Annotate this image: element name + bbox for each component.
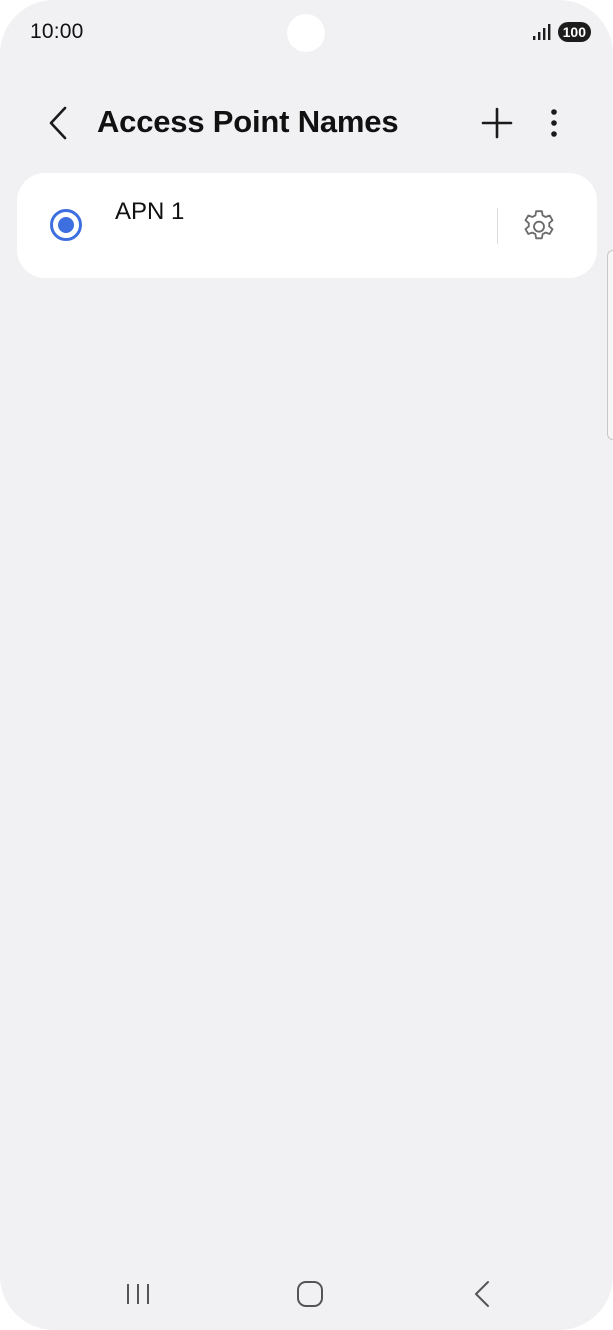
page-title: Access Point Names — [97, 104, 399, 139]
more-vertical-icon — [551, 109, 557, 137]
more-options-button[interactable] — [538, 102, 570, 144]
gear-icon — [524, 210, 554, 240]
status-icons: 100 — [532, 22, 591, 42]
navigation-bar — [0, 1250, 613, 1330]
recents-icon — [127, 1284, 149, 1304]
nav-back-button[interactable] — [457, 1272, 507, 1316]
phone-screen: 10:00 100 Access Point Names APN 1 — [0, 0, 613, 1330]
apn-list-card: APN 1 — [17, 173, 597, 278]
recents-button[interactable] — [113, 1272, 163, 1316]
home-icon — [297, 1281, 323, 1307]
apn-radio-button[interactable] — [50, 209, 82, 241]
home-button[interactable] — [285, 1272, 335, 1316]
chevron-left-icon — [49, 106, 67, 140]
back-button[interactable] — [38, 102, 78, 144]
radio-selected-dot — [58, 217, 74, 233]
signal-icon — [532, 23, 552, 41]
plus-icon — [481, 107, 513, 139]
scroll-indicator[interactable] — [607, 250, 613, 440]
battery-icon: 100 — [557, 22, 591, 42]
camera-cutout — [287, 14, 325, 52]
apn-name[interactable]: APN 1 — [115, 198, 184, 226]
status-time: 10:00 — [30, 20, 84, 43]
back-icon — [475, 1281, 489, 1307]
add-apn-button[interactable] — [477, 102, 517, 144]
apn-settings-button[interactable] — [517, 205, 561, 249]
item-divider — [497, 208, 498, 244]
